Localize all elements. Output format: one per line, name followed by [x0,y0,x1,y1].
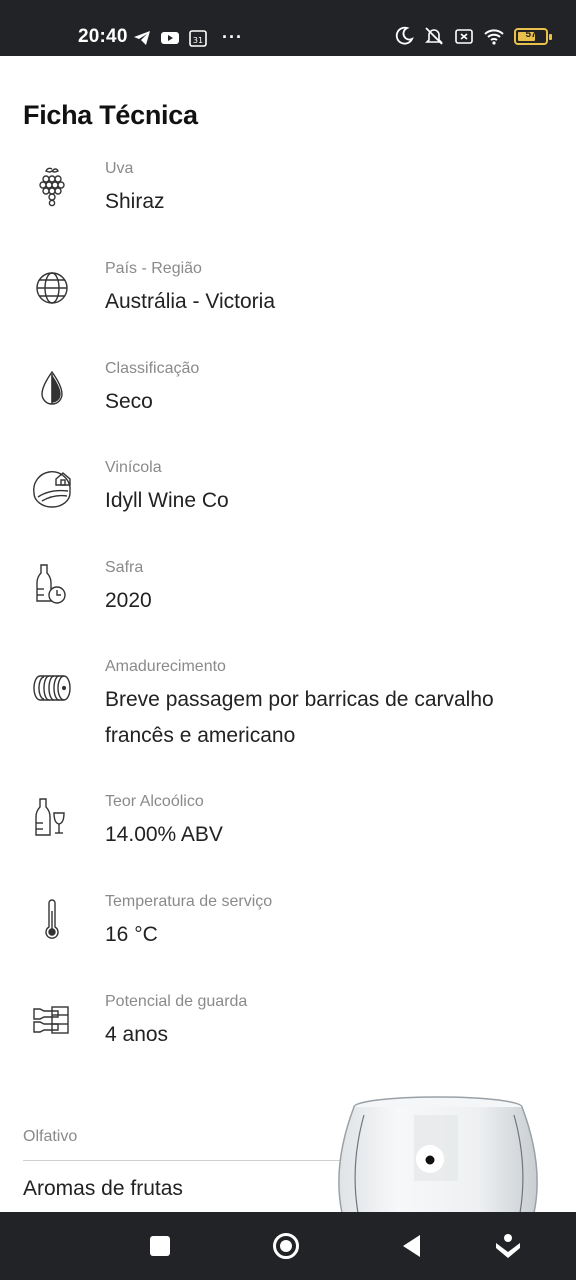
spec-value: 2020 [105,589,152,612]
battery-tip [549,33,552,40]
spec-value: Austrália - Victoria [105,290,276,313]
spec-value: Breve passagem por barricas de carvalho … [105,682,545,754]
status-bar: 20:40 31 ··· 57 [0,0,576,56]
home-button[interactable] [270,1230,302,1262]
spec-value-line-1: Breve passagem por barricas de carvalho [105,688,494,711]
moon-icon [394,26,414,46]
spec-label: Vinícola [105,459,162,476]
thermometer-icon [30,897,74,941]
spec-value: 14.00% ABV [105,823,223,846]
globe-icon [30,266,74,310]
youtube-icon [160,28,180,48]
spec-value-line-2: francês e americano [105,724,296,747]
status-system-icons: 57 [394,26,552,46]
bottles-rack-icon [30,997,74,1041]
spec-value: 4 anos [105,1023,169,1046]
olfativo-divider [23,1160,353,1161]
battery-level: 57 [525,28,537,40]
recents-button[interactable] [144,1230,176,1262]
wifi-icon [484,26,504,46]
battery-icon: 57 [514,27,552,45]
mute-icon [424,26,444,46]
winery-icon [30,465,74,509]
spec-label: País - Região [105,260,202,277]
spec-label: Classificação [105,360,200,377]
sim-x-icon [454,26,474,46]
spec-label: Amadurecimento [105,658,226,675]
spec-label: Potencial de guarda [105,993,248,1010]
drop-icon [30,366,74,410]
barrel-icon [30,666,74,710]
telegram-icon [132,28,152,48]
spec-value: Idyll Wine Co [105,489,229,512]
calendar-day: 31 [193,36,203,45]
spec-label: Temperatura de serviço [105,893,273,910]
page-title: Ficha Técnica [23,100,198,130]
spec-label: Uva [105,160,134,177]
calendar-icon: 31 [188,28,208,48]
spec-label: Safra [105,559,144,576]
spec-value: 16 °C [105,923,158,946]
wine-glass-illustration [328,1095,548,1215]
olfativo-label: Olfativo [23,1128,78,1145]
status-time: 20:40 [78,26,128,47]
spec-value: Shiraz [105,190,165,213]
bottle-clock-icon [30,561,74,605]
olfativo-text: Aromas de frutas [23,1177,183,1200]
status-notification-icons: 31 ··· [132,27,243,48]
spec-label: Teor Alcoólico [105,793,204,810]
back-button[interactable] [396,1230,428,1262]
bottle-glass-icon [30,795,74,839]
assist-button[interactable] [492,1230,524,1262]
more-notifications-icon: ··· [222,27,243,47]
spec-value: Seco [105,390,153,413]
navigation-bar [0,1212,576,1280]
grape-icon [30,165,74,209]
